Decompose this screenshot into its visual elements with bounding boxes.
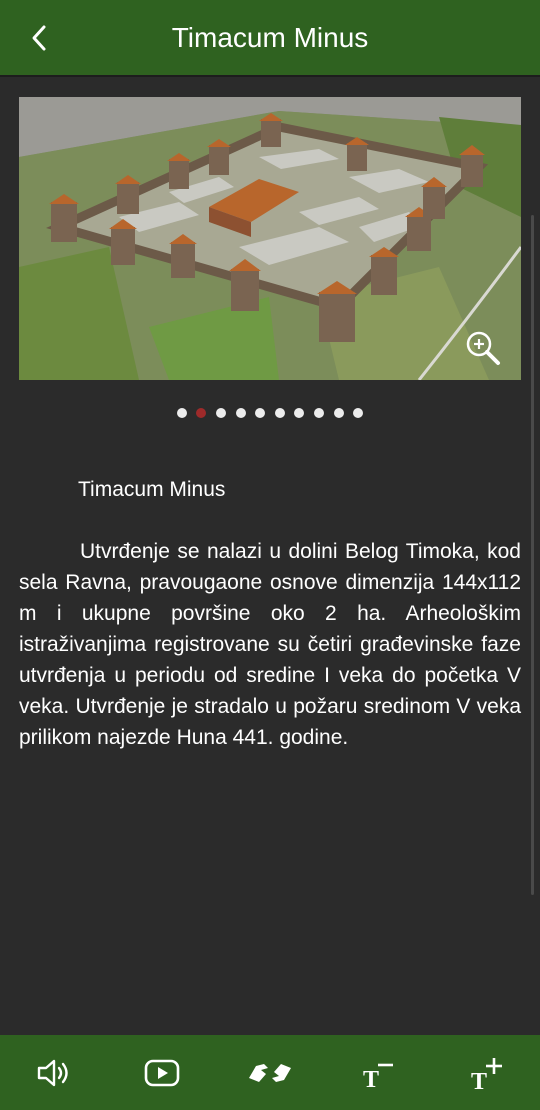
pagination-dot[interactable] [353, 408, 364, 418]
fortress-illustration [19, 97, 521, 380]
content-body: Utvrđenje se nalazi u dolini Belog Timok… [19, 540, 521, 749]
gallery-pagination [0, 408, 540, 422]
app-bar: Timacum Minus [0, 0, 540, 75]
pagination-dot[interactable] [333, 408, 344, 418]
play-icon [144, 1059, 180, 1086]
pagination-dot[interactable] [274, 408, 285, 418]
pagination-dot[interactable] [255, 408, 266, 418]
pagination-dot[interactable] [235, 408, 246, 418]
pagination-dot[interactable] [294, 408, 305, 418]
zoom-in-icon [466, 331, 500, 365]
page-title: Timacum Minus [171, 22, 369, 53]
increase-text-button[interactable]: T [432, 1035, 540, 1110]
decrease-text-button[interactable]: T [324, 1035, 432, 1110]
audio-button[interactable] [0, 1035, 108, 1110]
bottom-toolbar: T T [0, 1035, 540, 1110]
video-button[interactable] [108, 1035, 216, 1110]
pagination-dot[interactable] [216, 408, 227, 418]
svg-text:T: T [471, 1069, 487, 1091]
sign-language-icon [249, 1063, 291, 1082]
gallery-image[interactable] [19, 97, 521, 380]
pagination-dot[interactable] [313, 408, 324, 418]
svg-text:T: T [363, 1067, 379, 1089]
app-bar-divider [0, 75, 540, 77]
text-increase-icon: T [471, 1057, 502, 1091]
text-decrease-icon: T [363, 1063, 393, 1089]
pagination-dot[interactable] [176, 408, 187, 418]
pagination-dot[interactable] [196, 408, 207, 418]
speaker-icon [37, 1059, 68, 1086]
content-heading: Timacum Minus [78, 478, 226, 501]
sign-language-button[interactable] [216, 1035, 324, 1110]
zoom-button[interactable] [463, 328, 503, 368]
scrollbar[interactable] [531, 215, 534, 895]
